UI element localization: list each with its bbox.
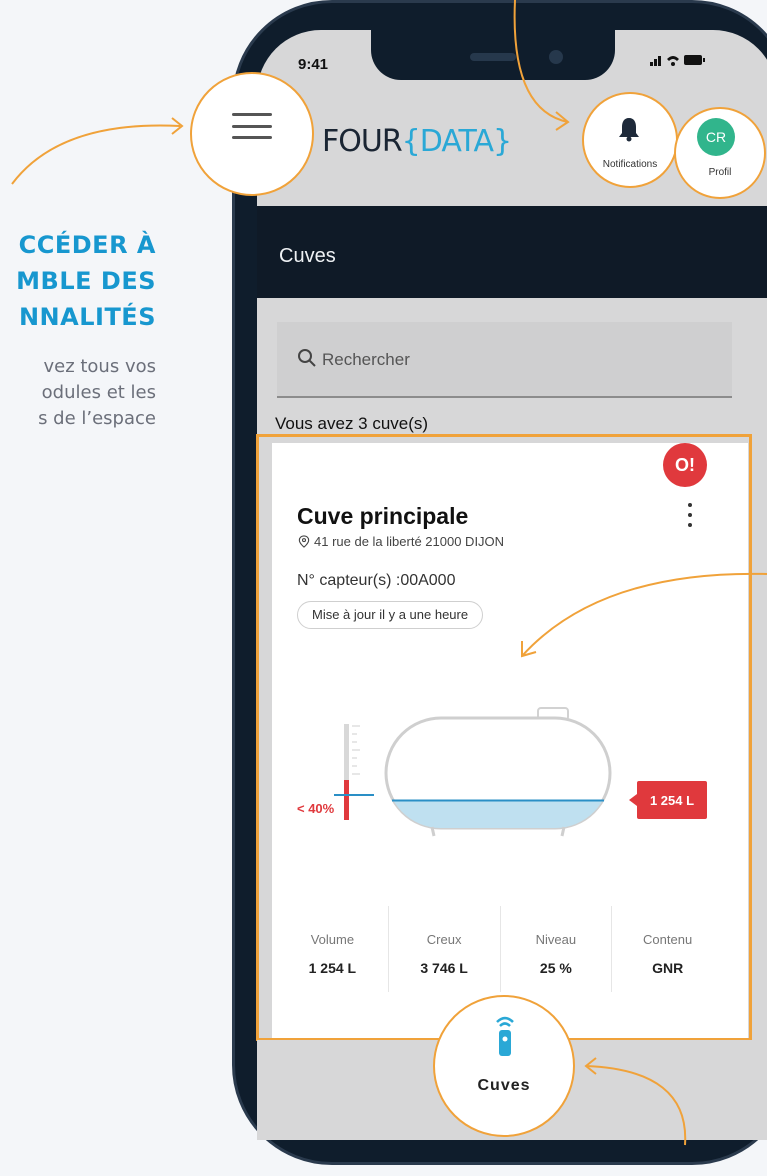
promo-title-line: CCÉDER À — [18, 231, 156, 259]
promo-desc-line: s de l’espace — [38, 408, 156, 429]
avatar: CR — [697, 118, 735, 156]
search-icon — [298, 349, 316, 367]
promo-desc-line: vez tous vos — [43, 356, 156, 377]
logo-text-four: FOUR — [322, 124, 403, 159]
page-title: Cuves — [279, 245, 336, 267]
promo-title: CCÉDER À MBLE DES NNALITÉS — [16, 227, 156, 335]
tank-count: Vous avez 3 cuve(s) — [275, 414, 429, 433]
hamburger-menu-icon — [232, 113, 272, 139]
status-icons — [650, 53, 706, 70]
tab-cuves-label: Cuves — [477, 1077, 531, 1094]
speaker-icon — [470, 53, 516, 61]
stage: CCÉDER À MBLE DES NNALITÉS vez tous vos … — [0, 0, 767, 1176]
status-time: 9:41 — [298, 56, 329, 73]
arrow-to-menu — [11, 124, 181, 185]
profile-label: Profil — [708, 167, 732, 178]
signal-wifi-battery-icon — [650, 55, 705, 66]
phone-notch — [371, 18, 615, 80]
promo-description: vez tous vos odules et les s de l’espace — [38, 354, 156, 432]
promo-desc-line: odules et les — [41, 382, 156, 403]
promo-title-line: MBLE DES — [16, 267, 156, 295]
app-logo: FOUR{DATA} — [322, 124, 512, 159]
arrow-head — [171, 117, 184, 135]
bell-icon — [619, 118, 639, 142]
notifications-label: Notifications — [602, 159, 658, 170]
camera-icon — [549, 50, 563, 64]
logo-text-data: {DATA} — [401, 124, 512, 159]
search-input[interactable] — [322, 346, 702, 374]
highlight-frame — [256, 434, 752, 1041]
remote-sensor-icon — [496, 1016, 514, 1056]
promo-title-line: NNALITÉS — [18, 303, 156, 331]
